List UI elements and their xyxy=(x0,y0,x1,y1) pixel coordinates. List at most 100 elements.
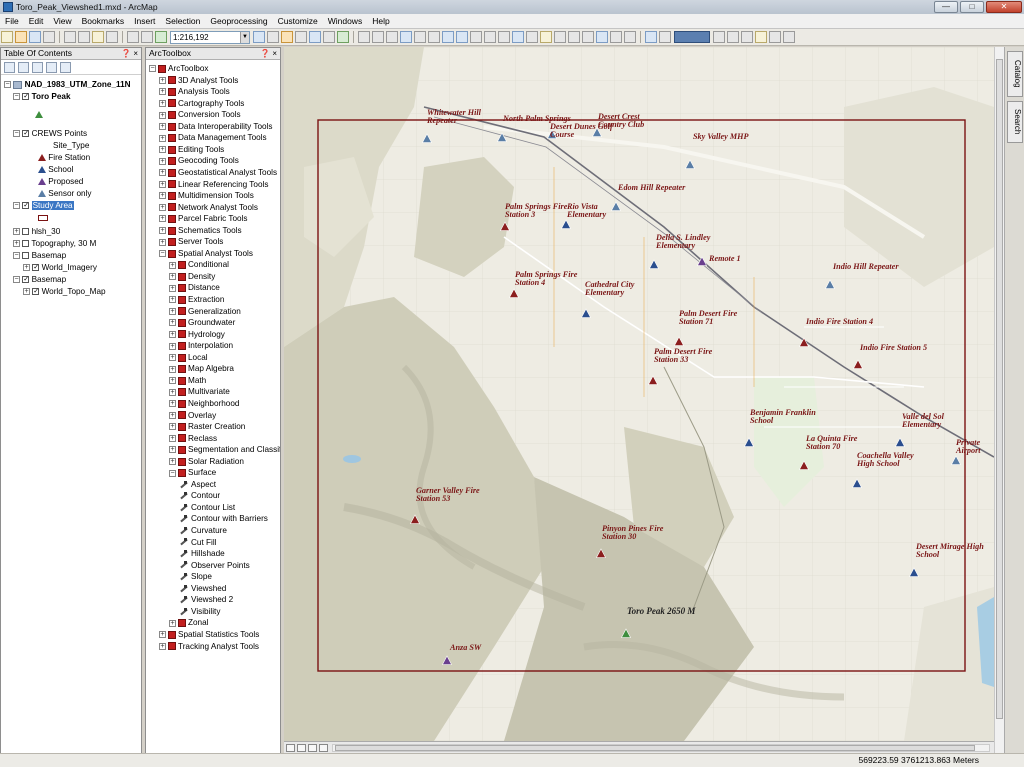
toolset-item[interactable]: + Geocoding Tools xyxy=(159,155,239,167)
fire-station-marker[interactable] xyxy=(853,359,863,369)
fire-station-marker[interactable] xyxy=(648,375,658,385)
menu-edit[interactable]: Edit xyxy=(24,16,49,26)
expand-icon[interactable]: + xyxy=(169,619,176,627)
map-scale-combo[interactable]: 1:216,192 ▼ xyxy=(170,30,250,44)
toc-layer-row[interactable]: − ✓ CREWS Points xyxy=(13,128,87,140)
print-icon[interactable] xyxy=(43,31,55,43)
school-marker[interactable] xyxy=(852,478,862,488)
layer-tool-icon[interactable] xyxy=(645,31,657,43)
tool-item[interactable]: Observer Points xyxy=(179,560,250,572)
list-by-drawing-order-icon[interactable] xyxy=(4,61,15,73)
catalog-tab[interactable]: Catalog xyxy=(1007,51,1023,97)
pan-icon[interactable] xyxy=(386,31,398,43)
fixed-zoom-out-icon[interactable] xyxy=(428,31,440,43)
toolset-item[interactable]: + Server Tools xyxy=(159,236,223,248)
expand-icon[interactable]: + xyxy=(169,434,176,442)
toolset-item[interactable]: + Local xyxy=(169,352,208,364)
tool-item[interactable]: Contour xyxy=(179,490,220,502)
zoom-out-icon[interactable] xyxy=(372,31,384,43)
toolset-item[interactable]: + Analysis Tools xyxy=(159,86,230,98)
expand-icon[interactable]: + xyxy=(169,284,176,292)
expand-icon[interactable]: + xyxy=(159,227,166,235)
toolset-item[interactable]: + Linear Referencing Tools xyxy=(159,179,268,191)
expand-icon[interactable]: + xyxy=(13,228,20,236)
expand-icon[interactable]: + xyxy=(169,365,176,373)
visibility-checkbox[interactable]: ✓ xyxy=(22,93,30,101)
toolset-item[interactable]: + Density xyxy=(169,271,215,283)
collapse-icon[interactable]: − xyxy=(169,469,176,477)
expand-icon[interactable]: + xyxy=(169,319,176,327)
toolset-item[interactable]: + Schematics Tools xyxy=(159,225,242,237)
toro-peak-marker[interactable] xyxy=(621,628,631,638)
refresh-icon[interactable] xyxy=(308,743,317,752)
minimize-button[interactable]: — xyxy=(934,1,958,13)
menu-windows[interactable]: Windows xyxy=(323,16,367,26)
toc-layer-row[interactable]: − ✓ Basemap xyxy=(13,274,66,286)
collapse-icon[interactable]: − xyxy=(13,276,20,284)
expand-icon[interactable]: + xyxy=(169,296,176,304)
expand-icon[interactable]: + xyxy=(169,446,176,454)
toc-layer-row[interactable]: − Basemap xyxy=(13,250,66,262)
scrollbar-thumb[interactable] xyxy=(996,59,1003,719)
scrollbar-thumb[interactable] xyxy=(335,744,975,751)
list-by-selection-icon[interactable] xyxy=(46,61,57,73)
expand-icon[interactable]: + xyxy=(23,264,30,272)
collapse-icon[interactable]: − xyxy=(13,93,20,101)
select-features-icon[interactable] xyxy=(470,31,482,43)
toolset-item[interactable]: + Parcel Fabric Tools xyxy=(159,213,247,225)
toc-layer-row[interactable]: − ✓ Toro Peak xyxy=(13,91,71,103)
expand-icon[interactable]: + xyxy=(159,192,166,200)
options-icon[interactable] xyxy=(60,61,71,73)
fire-station-marker[interactable] xyxy=(596,548,606,558)
close-button[interactable]: ✕ xyxy=(986,1,1022,13)
toolset-item[interactable]: + Extraction xyxy=(169,294,224,306)
expand-icon[interactable]: + xyxy=(169,400,176,408)
html-popup-icon[interactable] xyxy=(540,31,552,43)
toolset-item[interactable]: + Solar Radiation xyxy=(169,456,244,468)
menu-bookmarks[interactable]: Bookmarks xyxy=(77,16,130,26)
clear-selection-icon[interactable] xyxy=(484,31,496,43)
expand-icon[interactable]: + xyxy=(159,134,166,142)
hyperlink-icon[interactable] xyxy=(526,31,538,43)
swipe-icon[interactable] xyxy=(727,31,739,43)
expand-icon[interactable]: + xyxy=(169,354,176,362)
toolset-item[interactable]: + Overlay xyxy=(169,410,216,422)
time-slider-icon[interactable] xyxy=(610,31,622,43)
visibility-checkbox[interactable] xyxy=(22,240,30,248)
collapse-icon[interactable]: − xyxy=(13,202,20,210)
redo-icon[interactable] xyxy=(141,31,153,43)
visibility-checkbox[interactable] xyxy=(22,252,30,260)
fire-station-marker[interactable] xyxy=(410,514,420,524)
sensor-only-marker[interactable] xyxy=(951,455,961,465)
effects-icon[interactable] xyxy=(713,31,725,43)
flicker-icon[interactable] xyxy=(741,31,753,43)
cut-icon[interactable] xyxy=(64,31,76,43)
expand-icon[interactable]: + xyxy=(169,273,176,281)
add-data-icon[interactable] xyxy=(155,31,167,43)
list-by-visibility-icon[interactable] xyxy=(32,61,43,73)
layout-view-icon[interactable] xyxy=(286,743,295,752)
back-extent-icon[interactable] xyxy=(442,31,454,43)
toolset-item[interactable]: + Math xyxy=(169,375,206,387)
panel-controls[interactable]: ❓ × xyxy=(260,48,280,59)
expand-icon[interactable]: + xyxy=(23,288,30,296)
sensor-only-marker[interactable] xyxy=(825,279,835,289)
sensor-only-marker[interactable] xyxy=(422,133,432,143)
toc-layer-row[interactable]: − ✓ Study Area xyxy=(13,200,74,212)
tool-item[interactable]: Aspect xyxy=(179,479,216,491)
vertical-scrollbar[interactable] xyxy=(994,47,1004,753)
toolset-item[interactable]: − ArcToolbox xyxy=(149,63,209,75)
toolset-item[interactable]: + Conversion Tools xyxy=(159,109,241,121)
zoom-in-icon[interactable] xyxy=(358,31,370,43)
expand-icon[interactable]: + xyxy=(169,330,176,338)
collapse-icon[interactable]: − xyxy=(159,250,166,258)
modelbuilder-icon[interactable] xyxy=(337,31,349,43)
toolset-item[interactable]: + Multidimension Tools xyxy=(159,190,254,202)
toolset-item[interactable]: + Segmentation and Classification xyxy=(169,444,280,456)
brightness-icon[interactable] xyxy=(769,31,781,43)
visibility-checkbox[interactable]: ✓ xyxy=(22,276,30,284)
tool-item[interactable]: Slope xyxy=(179,571,212,583)
menu-help[interactable]: Help xyxy=(367,16,394,26)
expand-icon[interactable]: + xyxy=(159,157,166,165)
search-window-icon[interactable] xyxy=(295,31,307,43)
